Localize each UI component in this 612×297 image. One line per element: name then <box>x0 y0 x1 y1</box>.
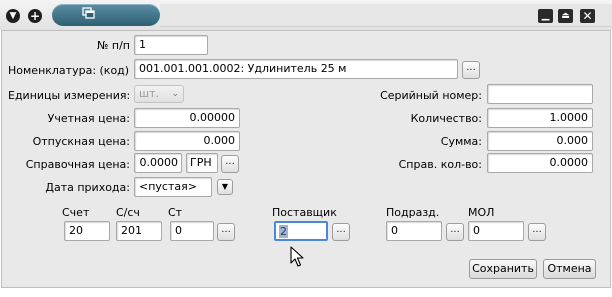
mol-field[interactable]: 0 <box>468 221 524 241</box>
st-lookup-button[interactable]: ... <box>217 223 235 241</box>
sum-field[interactable]: 0.000 <box>487 131 593 151</box>
division-label: Подразд. <box>386 206 440 219</box>
currency-field[interactable]: ГРН <box>186 153 218 173</box>
close-icon[interactable]: ✕ <box>580 9 595 23</box>
supplier-label: Поставщик <box>272 206 337 219</box>
bottom-edge <box>0 288 612 297</box>
units-select[interactable]: шт. ⌄ <box>134 85 184 103</box>
currency-lookup-button[interactable]: ... <box>221 155 239 173</box>
chevron-down-icon: ▼ <box>221 182 229 191</box>
units-value: шт. <box>139 87 159 100</box>
date-dropdown-button[interactable]: ▼ <box>217 179 233 195</box>
account-field[interactable]: 20 <box>64 221 110 241</box>
account-price-label: Учетная цена: <box>47 112 130 125</box>
mouse-cursor-icon <box>290 246 304 267</box>
division-field[interactable]: 0 <box>386 221 442 241</box>
ref-price-field[interactable]: 0.0000 <box>134 153 182 173</box>
st-field[interactable]: 0 <box>170 221 214 241</box>
supplier-field[interactable]: 2 <box>274 221 328 241</box>
arrival-date-label: Дата прихода: <box>45 181 130 194</box>
ref-price-label: Справочная цена: <box>25 158 130 171</box>
serial-field[interactable] <box>487 84 593 104</box>
restore-icon[interactable]: ⏏ <box>558 9 573 23</box>
ref-qty-label: Справ. кол-во: <box>398 158 482 171</box>
units-label: Единицы измерения: <box>8 89 131 102</box>
supplier-lookup-button[interactable]: ... <box>332 223 350 241</box>
nomenclature-lookup-button[interactable]: ... <box>462 61 480 79</box>
sale-price-field[interactable]: 0.000 <box>134 131 240 151</box>
arrival-date-field[interactable]: <пустая> <box>134 177 212 197</box>
account-price-field[interactable]: 0.00000 <box>134 108 240 128</box>
subaccount-label: С/сч <box>116 206 140 219</box>
ref-qty-field[interactable]: 0.0000 <box>487 153 593 173</box>
supplier-value: 2 <box>279 225 288 238</box>
plus-circle-icon[interactable]: + <box>28 9 42 23</box>
minimize-icon[interactable]: ▁ <box>538 9 553 23</box>
cancel-button[interactable]: Отмена <box>543 259 596 279</box>
save-button[interactable]: Сохранить <box>469 259 537 279</box>
chevron-down-circle-icon[interactable]: ▼ <box>6 9 20 23</box>
serial-label: Серийный номер: <box>380 89 482 102</box>
mol-lookup-button[interactable]: ... <box>528 223 546 241</box>
window-tab[interactable] <box>52 4 160 26</box>
st-label: Ст <box>168 206 183 219</box>
number-field[interactable]: 1 <box>134 35 208 55</box>
chevron-down-icon: ⌄ <box>171 89 179 99</box>
division-lookup-button[interactable]: ... <box>446 223 464 241</box>
windows-stack-icon <box>82 7 95 19</box>
sale-price-label: Отпускная цена: <box>32 135 130 148</box>
quantity-label: Количество: <box>410 112 482 125</box>
nomenclature-field[interactable]: 001.001.001.0002: Удлинитель 25 м <box>134 59 458 79</box>
mol-label: МОЛ <box>468 206 495 219</box>
account-label: Счет <box>62 206 90 219</box>
quantity-field[interactable]: 1.0000 <box>487 108 593 128</box>
nomenclature-label: Номенклатура: (код) <box>8 64 130 77</box>
number-label: № п/п <box>96 39 130 52</box>
sum-label: Сумма: <box>440 135 482 148</box>
subaccount-field[interactable]: 201 <box>116 221 162 241</box>
